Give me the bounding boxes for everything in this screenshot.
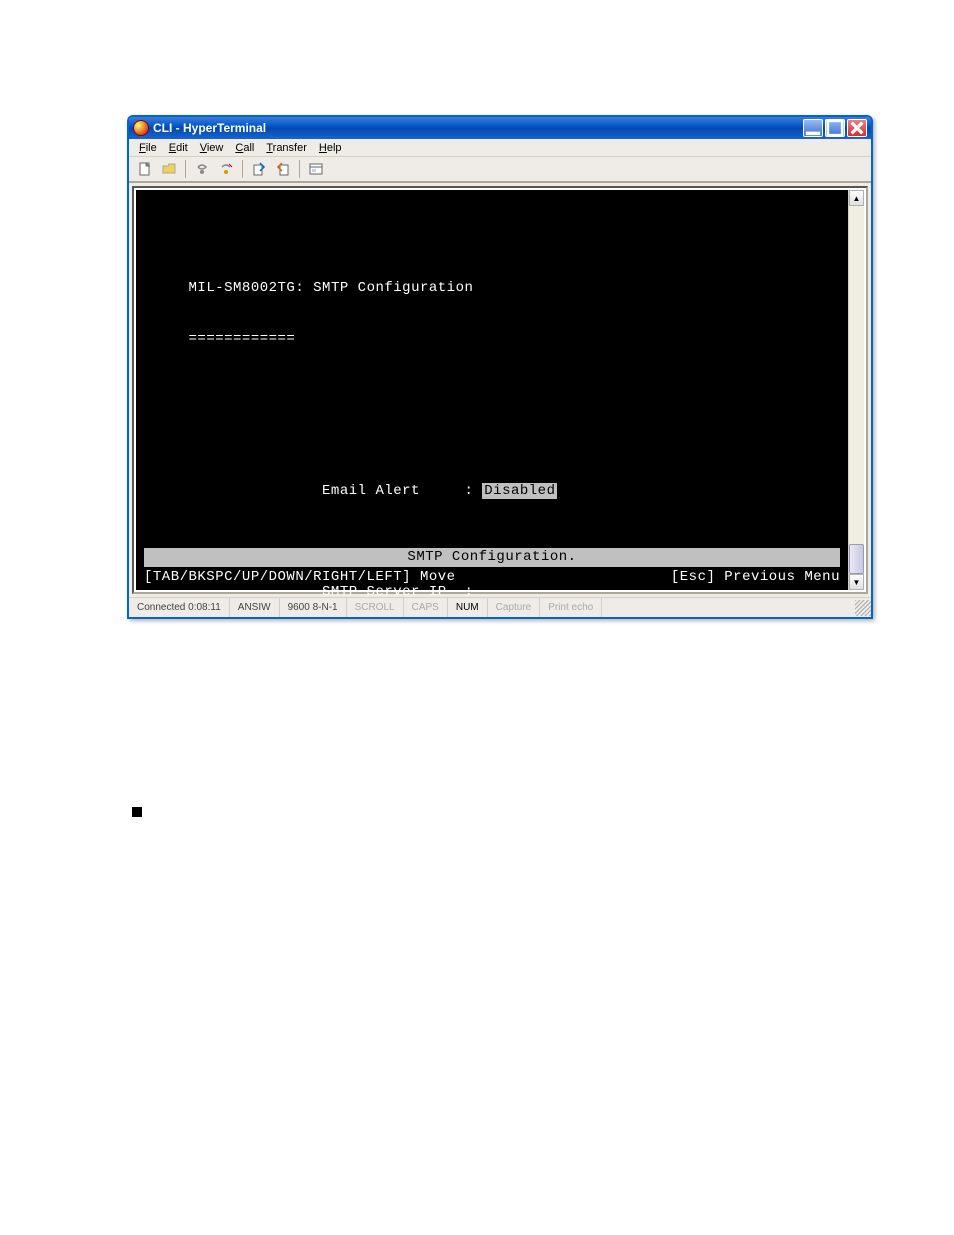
scroll-track[interactable] <box>849 206 864 574</box>
client-area: MIL-SM8002TG: SMTP Configuration =======… <box>129 183 871 597</box>
resize-grip-icon[interactable] <box>855 600 871 616</box>
maximize-button[interactable] <box>825 119 845 137</box>
field-label-authentication: Authentication <box>322 685 447 701</box>
menu-edit[interactable]: Edit <box>163 141 194 155</box>
send-icon[interactable] <box>249 159 269 179</box>
minimize-button[interactable] <box>803 119 823 137</box>
hyperterminal-window: CLI - HyperTerminal File Edit View Call … <box>127 115 873 619</box>
scroll-down-icon[interactable]: ▼ <box>849 574 864 590</box>
field-value-email-alert[interactable]: Disabled <box>482 483 557 499</box>
terminal-nav-row: [TAB/BKSPC/UP/DOWN/RIGHT/LEFT] Move [Esc… <box>144 569 840 586</box>
toolbar-separator <box>185 160 186 178</box>
terminal-footer-bar: SMTP Configuration. <box>144 548 840 567</box>
toolbar <box>129 157 871 183</box>
open-icon[interactable] <box>159 159 179 179</box>
terminal-device-name: MIL-SM8002TG <box>189 280 296 296</box>
field-label-smtp-server-ip: SMTP Server IP <box>322 584 447 600</box>
terminal-nav-right: [Esc] Previous Menu <box>671 569 840 586</box>
properties-icon[interactable] <box>306 159 326 179</box>
terminal-screen[interactable]: MIL-SM8002TG: SMTP Configuration =======… <box>136 190 848 590</box>
field-label-mail-account: Mail Account <box>322 786 429 802</box>
field-label-password: Password <box>322 887 393 903</box>
menu-file[interactable]: File <box>133 141 163 155</box>
receive-icon[interactable] <box>273 159 293 179</box>
scroll-up-icon[interactable]: ▲ <box>849 190 864 206</box>
window-title: CLI - HyperTerminal <box>153 121 803 135</box>
window-controls <box>803 119 867 137</box>
menubar: File Edit View Call Transfer Help <box>129 139 871 157</box>
vertical-scrollbar[interactable]: ▲ ▼ <box>848 190 864 590</box>
terminal-screen-title: SMTP Configuration <box>313 280 473 296</box>
new-icon[interactable] <box>135 159 155 179</box>
menu-transfer[interactable]: Transfer <box>260 141 313 155</box>
field-label-confirm-password: Confirm Password <box>322 989 464 1005</box>
toolbar-separator-2 <box>242 160 243 178</box>
terminal-underline: ============ <box>189 331 296 347</box>
field-label-email-alert: Email Alert <box>322 483 420 499</box>
app-icon <box>133 120 149 136</box>
close-button[interactable] <box>847 119 867 137</box>
terminal-nav-left: [TAB/BKSPC/UP/DOWN/RIGHT/LEFT] Move <box>144 569 456 586</box>
disconnect-icon[interactable] <box>216 159 236 179</box>
terminal-border: MIL-SM8002TG: SMTP Configuration =======… <box>132 186 868 594</box>
menu-help[interactable]: Help <box>313 141 348 155</box>
titlebar[interactable]: CLI - HyperTerminal <box>129 117 871 139</box>
menu-call[interactable]: Call <box>229 141 260 155</box>
connect-icon[interactable] <box>192 159 212 179</box>
menu-view[interactable]: View <box>194 141 230 155</box>
scroll-thumb[interactable] <box>849 544 864 574</box>
toolbar-separator-3 <box>299 160 300 178</box>
bullet-square <box>132 807 142 817</box>
